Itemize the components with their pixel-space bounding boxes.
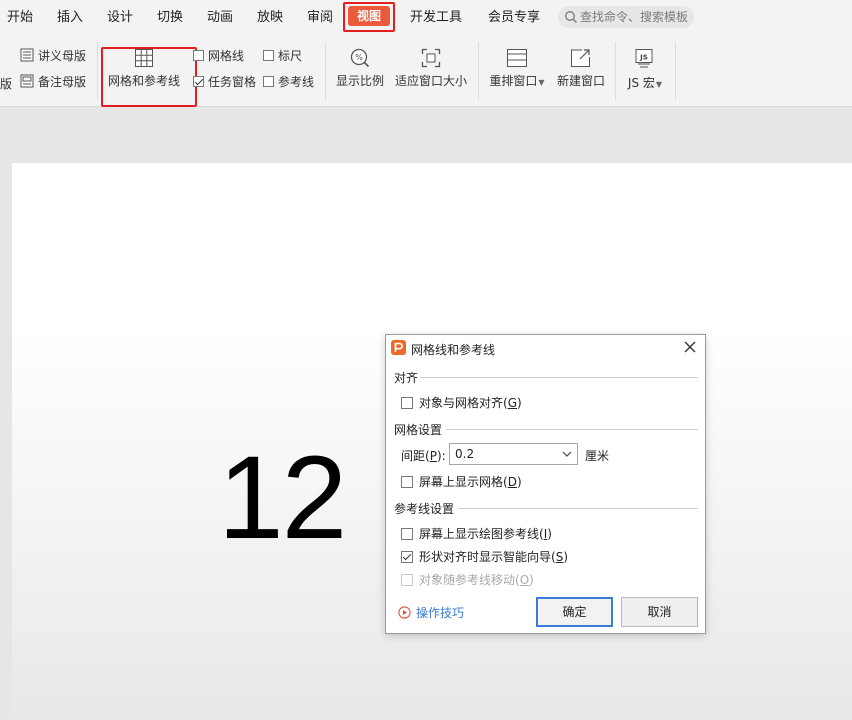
zoom-label: 显示比例 [335, 74, 384, 88]
show-guides-label: 屏幕上显示绘图参考线(I) [419, 527, 552, 541]
show-guides-checkbox[interactable] [401, 527, 413, 540]
js-macro-icon: JS [635, 49, 653, 68]
ribbon-separator [325, 42, 326, 100]
ribbon-view: 版 讲义母版 备注母版 网格和参考线 网格线 任务窗格 标尺 参考线 % 显示比… [0, 36, 852, 107]
master-partial-label[interactable]: 版 [0, 74, 12, 92]
menu-bar: 开始 插入 设计 切换 动画 放映 审阅 视图 开发工具 会员专享 [0, 0, 852, 36]
task-pane-label: 任务窗格 [208, 74, 257, 89]
rearrange-windows-button[interactable]: 重排窗口▼ [487, 48, 547, 89]
play-circle-icon [398, 606, 411, 619]
js-macro-dropdown-icon[interactable]: ▼ [656, 80, 662, 89]
ruler-checkbox[interactable]: 标尺 [263, 46, 302, 64]
show-guides-option[interactable]: 屏幕上显示绘图参考线(I) [401, 525, 552, 542]
rearrange-windows-label: 重排窗口 [489, 74, 538, 88]
gridlines-check-box[interactable] [193, 49, 204, 61]
fit-window-icon [421, 48, 441, 68]
task-pane-check-box[interactable] [193, 75, 204, 87]
smart-guides-label: 形状对齐时显示智能向导(S) [419, 550, 568, 564]
rearrange-windows-icon [507, 49, 527, 67]
chevron-down-icon[interactable] [562, 449, 572, 459]
tab-developer[interactable]: 开发工具 [410, 10, 462, 26]
snap-to-grid-option[interactable]: 对象与网格对齐(G) [401, 394, 522, 411]
notes-master-button[interactable]: 备注母版 [20, 72, 86, 90]
search-input[interactable] [578, 10, 690, 24]
ruler-label: 标尺 [278, 48, 303, 63]
tab-review[interactable]: 审阅 [307, 10, 333, 26]
guides-checkbox[interactable]: 参考线 [263, 72, 314, 90]
tab-home[interactable]: 开始 [7, 10, 33, 26]
grid-and-guides-label: 网格和参考线 [107, 74, 180, 88]
handout-master-button[interactable]: 讲义母版 [20, 46, 86, 64]
svg-text:%: % [355, 53, 363, 62]
new-window-button[interactable]: 新建窗口 [556, 48, 606, 89]
tab-slideshow[interactable]: 放映 [257, 10, 283, 26]
new-window-label: 新建窗口 [556, 74, 605, 88]
spacing-value: 0.2 [455, 447, 475, 461]
ribbon-separator [675, 42, 676, 100]
show-grid-label: 屏幕上显示网格(D) [419, 475, 522, 489]
smart-guides-checkbox[interactable] [401, 550, 413, 563]
move-with-guides-label: 对象随参考线移动(O) [419, 573, 534, 587]
section-divider [458, 508, 698, 509]
search-icon [565, 11, 577, 23]
section-grid-title: 网格设置 [394, 423, 443, 437]
section-guides-title: 参考线设置 [394, 502, 455, 516]
js-macro-label: JS 宏 [627, 76, 655, 90]
tab-insert[interactable]: 插入 [57, 10, 83, 26]
zoom-icon: % [350, 48, 370, 68]
wps-presentation-logo-icon [391, 340, 406, 355]
unit-label: 厘米 [585, 449, 610, 463]
grid-guides-dialog: 网格线和参考线 对齐 对象与网格对齐(G) 网格设置 间距(P): 0.2 厘米… [385, 334, 706, 634]
ok-button[interactable]: 确定 [536, 597, 613, 627]
ruler-check-box[interactable] [263, 49, 274, 61]
move-with-guides-option: 对象随参考线移动(O) [401, 571, 534, 588]
tab-view[interactable]: 视图 [348, 6, 391, 26]
ribbon-separator [615, 42, 616, 100]
tab-member[interactable]: 会员专享 [488, 10, 540, 26]
show-grid-checkbox[interactable] [401, 475, 413, 488]
grid-and-guides-button[interactable]: 网格和参考线 [106, 48, 182, 89]
handout-master-label: 讲义母版 [38, 48, 87, 63]
fit-window-button[interactable]: 适应窗口大小 [394, 48, 468, 89]
close-icon[interactable] [683, 340, 697, 354]
move-with-guides-checkbox [401, 573, 413, 586]
grid-icon [135, 49, 153, 67]
spacing-label: 间距(P): [401, 449, 446, 463]
new-window-icon [571, 49, 590, 67]
section-divider [420, 377, 698, 378]
ribbon-separator [478, 42, 479, 100]
show-grid-option[interactable]: 屏幕上显示网格(D) [401, 473, 522, 490]
section-align-title: 对齐 [394, 371, 419, 385]
tab-animation[interactable]: 动画 [207, 10, 233, 26]
command-search[interactable] [558, 6, 694, 28]
tips-link[interactable]: 操作技巧 [398, 604, 464, 621]
fit-window-label: 适应窗口大小 [394, 74, 467, 88]
cancel-button[interactable]: 取消 [621, 597, 698, 627]
js-macro-button[interactable]: JS JS 宏▼ [624, 48, 666, 91]
guides-label: 参考线 [278, 74, 315, 89]
tab-design[interactable]: 设计 [107, 10, 133, 26]
guides-check-box[interactable] [263, 75, 274, 87]
spacing-select[interactable]: 0.2 [449, 443, 578, 465]
ribbon-separator [97, 42, 98, 100]
section-divider [446, 429, 698, 430]
slide-number-text[interactable]: 12 [218, 436, 347, 560]
tips-label: 操作技巧 [416, 606, 465, 620]
zoom-button[interactable]: % 显示比例 [335, 48, 385, 89]
snap-to-grid-checkbox[interactable] [401, 396, 413, 409]
notes-master-label: 备注母版 [38, 74, 87, 89]
svg-text:JS: JS [639, 54, 648, 62]
notes-master-icon [20, 74, 34, 88]
rearrange-dropdown-icon[interactable]: ▼ [538, 78, 544, 87]
smart-guides-option[interactable]: 形状对齐时显示智能向导(S) [401, 548, 568, 565]
task-pane-checkbox[interactable]: 任务窗格 [193, 72, 256, 90]
gridlines-checkbox[interactable]: 网格线 [193, 46, 244, 64]
gridlines-label: 网格线 [208, 48, 245, 63]
snap-to-grid-label: 对象与网格对齐(G) [419, 396, 522, 410]
tab-transition[interactable]: 切换 [157, 10, 183, 26]
handout-master-icon [20, 48, 34, 62]
dialog-title: 网格线和参考线 [411, 343, 496, 357]
